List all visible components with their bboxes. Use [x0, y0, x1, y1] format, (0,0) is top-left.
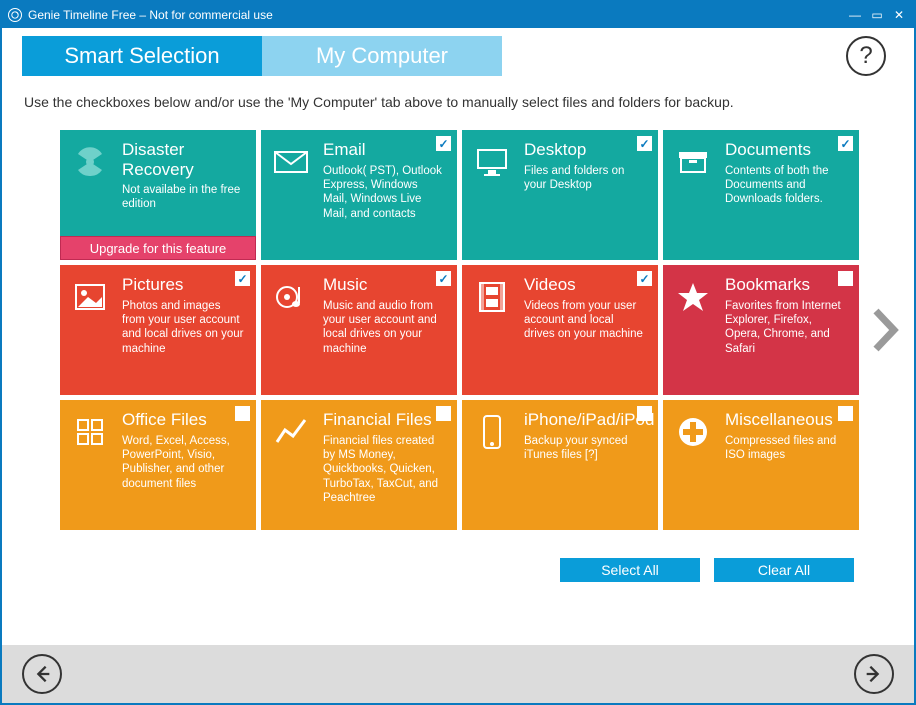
card-bookmarks[interactable]: Bookmarks Favorites from Internet Explor…	[663, 265, 859, 395]
card-desc: Compressed files and ISO images	[725, 434, 847, 463]
card-pictures[interactable]: Pictures Photos and images from your use…	[60, 265, 256, 395]
checkbox-financial[interactable]	[436, 406, 451, 421]
card-title: Bookmarks	[725, 275, 847, 295]
card-title: Pictures	[122, 275, 244, 295]
card-title: Videos	[524, 275, 646, 295]
card-email[interactable]: Email Outlook( PST), Outlook Express, Wi…	[261, 130, 457, 260]
card-desc: Word, Excel, Access, PowerPoint, Visio, …	[122, 434, 244, 492]
upgrade-button[interactable]: Upgrade for this feature	[60, 236, 256, 260]
film-icon	[470, 275, 514, 319]
card-title: Documents	[725, 140, 847, 160]
card-title: Desktop	[524, 140, 646, 160]
card-title: Miscellaneous	[725, 410, 847, 430]
checkbox-bookmarks[interactable]	[838, 271, 853, 286]
checkbox-desktop[interactable]	[637, 136, 652, 151]
card-iphone[interactable]: iPhone/iPad/iPod Backup your synced iTun…	[462, 400, 658, 530]
picture-icon	[68, 275, 112, 319]
card-title: Music	[323, 275, 445, 295]
tab-my-computer[interactable]: My Computer	[262, 36, 502, 76]
maximize-button[interactable]: ▭	[868, 6, 886, 24]
card-desc: Financial files created by MS Money, Qui…	[323, 434, 445, 506]
scroll-right-button[interactable]	[865, 305, 904, 355]
card-documents[interactable]: Documents Contents of both the Documents…	[663, 130, 859, 260]
cards-area: Disaster Recovery Not availabe in the fr…	[2, 120, 914, 540]
checkbox-pictures[interactable]	[235, 271, 250, 286]
card-desc: Outlook( PST), Outlook Express, Windows …	[323, 164, 445, 222]
checkbox-videos[interactable]	[637, 271, 652, 286]
checkbox-documents[interactable]	[838, 136, 853, 151]
plus-icon	[671, 410, 715, 454]
forward-button[interactable]	[854, 654, 894, 694]
card-music[interactable]: Music Music and audio from your user acc…	[261, 265, 457, 395]
office-icon	[68, 410, 112, 454]
card-title: Email	[323, 140, 445, 160]
checkbox-email[interactable]	[436, 136, 451, 151]
card-title: Disaster Recovery	[122, 140, 244, 179]
card-desc: Not availabe in the free edition	[122, 183, 244, 212]
minimize-button[interactable]: —	[846, 6, 864, 24]
select-all-button[interactable]: Select All	[560, 558, 700, 582]
card-desc: Music and audio from your user account a…	[323, 299, 445, 357]
checkbox-misc[interactable]	[838, 406, 853, 421]
close-button[interactable]: ✕	[890, 6, 908, 24]
card-title: Financial Files	[323, 410, 445, 430]
envelope-icon	[269, 140, 313, 184]
radiation-icon	[68, 140, 112, 184]
card-office-files[interactable]: Office Files Word, Excel, Access, PowerP…	[60, 400, 256, 530]
card-desc: Backup your synced iTunes files [?]	[524, 434, 646, 463]
clear-all-button[interactable]: Clear All	[714, 558, 854, 582]
card-desc: Contents of both the Documents and Downl…	[725, 164, 847, 207]
card-videos[interactable]: Videos Videos from your user account and…	[462, 265, 658, 395]
card-title: iPhone/iPad/iPod	[524, 410, 646, 430]
checkbox-office[interactable]	[235, 406, 250, 421]
phone-icon	[470, 410, 514, 454]
monitor-icon	[470, 140, 514, 184]
footer-nav	[2, 645, 914, 703]
box-icon	[671, 140, 715, 184]
card-title: Office Files	[122, 410, 244, 430]
card-desc: Favorites from Internet Explorer, Firefo…	[725, 299, 847, 357]
instruction-text: Use the checkboxes below and/or use the …	[2, 76, 914, 120]
music-icon	[269, 275, 313, 319]
title-bar: Genie Timeline Free – Not for commercial…	[2, 2, 914, 28]
card-grid: Disaster Recovery Not availabe in the fr…	[24, 120, 859, 540]
back-button[interactable]	[22, 654, 62, 694]
action-bar: Select All Clear All	[2, 540, 914, 582]
checkbox-iphone[interactable]	[637, 406, 652, 421]
app-icon	[8, 8, 22, 22]
tab-bar: Smart Selection My Computer ?	[2, 28, 914, 76]
card-desc: Photos and images from your user account…	[122, 299, 244, 357]
checkbox-music[interactable]	[436, 271, 451, 286]
card-financial-files[interactable]: Financial Files Financial files created …	[261, 400, 457, 530]
chart-icon	[269, 410, 313, 454]
card-disaster-recovery[interactable]: Disaster Recovery Not availabe in the fr…	[60, 130, 256, 260]
card-desc: Files and folders on your Desktop	[524, 164, 646, 193]
card-desc: Videos from your user account and local …	[524, 299, 646, 342]
tab-smart-selection[interactable]: Smart Selection	[22, 36, 262, 76]
help-button[interactable]: ?	[846, 36, 886, 76]
star-icon	[671, 275, 715, 319]
card-desktop[interactable]: Desktop Files and folders on your Deskto…	[462, 130, 658, 260]
window-title: Genie Timeline Free – Not for commercial…	[28, 8, 273, 22]
card-miscellaneous[interactable]: Miscellaneous Compressed files and ISO i…	[663, 400, 859, 530]
